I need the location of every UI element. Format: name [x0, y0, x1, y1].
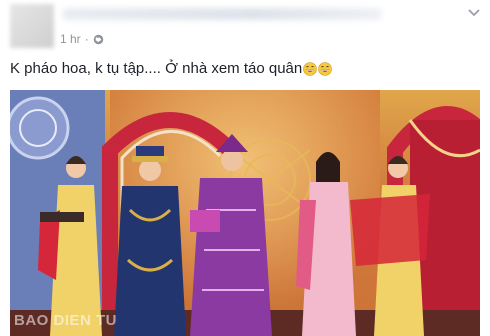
post-timestamp[interactable]: 1 hr — [60, 32, 81, 46]
grinning-face-icon — [318, 61, 333, 76]
post-meta: 1 hr · — [60, 32, 104, 46]
photo-watermark: BAO DIEN TU — [14, 312, 117, 329]
author-name[interactable] — [62, 8, 382, 20]
chevron-down-icon[interactable] — [466, 6, 482, 20]
globe-icon[interactable] — [93, 34, 104, 45]
feed-post: 1 hr · K pháo hoa, k tụ tập.... Ở nhà xe… — [0, 0, 490, 336]
post-photo[interactable]: BAO DIEN TU — [10, 90, 480, 336]
post-caption: K pháo hoa, k tụ tập.... Ở nhà xem táo q… — [10, 60, 333, 77]
grinning-face-icon — [303, 61, 318, 76]
caption-text: K pháo hoa, k tụ tập.... Ở nhà xem táo q… — [10, 60, 303, 77]
meta-separator: · — [84, 32, 89, 46]
avatar[interactable] — [10, 4, 54, 48]
